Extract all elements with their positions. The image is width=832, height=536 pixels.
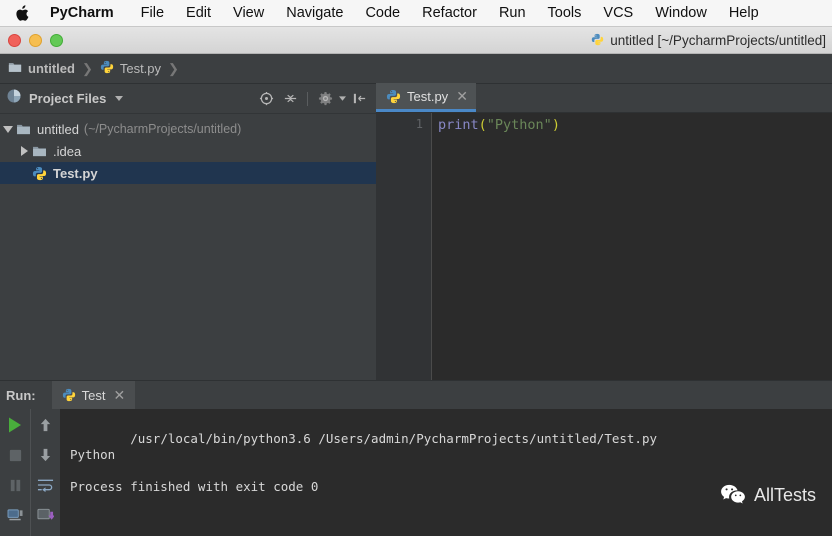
window-title: untitled [~/PycharmProjects/untitled] [591,27,826,54]
menu-item-file[interactable]: File [130,0,175,27]
python-file-icon [32,166,47,181]
maximize-window-button[interactable] [50,33,63,47]
gear-dropdown-icon[interactable] [338,88,346,110]
macos-menubar: PyCharm File Edit View Navigate Code Ref… [0,0,832,27]
python-file-icon [100,60,114,77]
watermark-text: AllTests [753,485,816,505]
run-panel-header: Run: Test ✕ [0,381,832,409]
editor-tab-label: Test.py [407,88,449,104]
close-window-button[interactable] [8,33,21,47]
menu-item-pycharm[interactable]: PyCharm [50,0,130,27]
project-tool-window: Project Files untitled (~/PycharmProject… [0,84,376,380]
window-title-text: untitled [~/PycharmProjects/untitled] [610,33,826,48]
code-view: 1 print("Python") [376,113,832,380]
project-panel-title: Project Files [29,91,107,106]
folder-icon [8,61,22,76]
run-toolbar-secondary [30,409,60,536]
close-icon[interactable]: ✕ [113,387,125,404]
menu-item-code[interactable]: Code [354,0,411,27]
menu-item-navigate[interactable]: Navigate [275,0,354,27]
arrow-down-icon[interactable] [35,445,57,465]
menu-item-view[interactable]: View [222,0,275,27]
run-tab-test[interactable]: Test ✕ [51,381,136,409]
breadcrumb: untitled ❯ Test.py ❯ [0,54,832,84]
code-content[interactable]: print("Python") [432,113,832,380]
console-icon[interactable] [4,505,26,525]
folder-icon [32,145,47,157]
project-icon [6,88,22,109]
menu-item-help[interactable]: Help [718,0,770,27]
menu-item-edit[interactable]: Edit [175,0,222,27]
console-output-text: /usr/local/bin/python3.6 /Users/admin/Py… [70,431,658,494]
menu-item-tools[interactable]: Tools [537,0,593,27]
breadcrumb-separator-icon: ❯ [81,60,93,76]
close-icon[interactable]: ✕ [456,88,468,105]
project-panel-header: Project Files [0,84,376,114]
breadcrumb-project-label: untitled [28,61,75,76]
apple-logo-icon[interactable] [14,4,30,22]
window-controls [0,33,63,47]
wechat-icon [660,467,746,523]
export-icon[interactable] [35,505,57,525]
code-token-open-paren: ( [478,117,487,133]
tree-path-untitled: (~/PycharmProjects/untitled) [83,122,242,136]
tree-label-untitled: untitled [37,121,79,137]
code-token-close-paren: ) [551,117,560,133]
tree-label-test-py: Test.py [53,165,98,181]
tree-row-test-py[interactable]: Test.py [0,162,376,184]
folder-icon [16,123,31,135]
python-file-icon [386,89,401,104]
run-panel-body: /usr/local/bin/python3.6 /Users/admin/Py… [0,409,832,536]
python-file-icon [591,33,604,49]
run-tab-label: Test [81,387,106,403]
breadcrumb-separator-trailing-icon: ❯ [168,60,179,76]
run-tool-window: Run: Test ✕ /usr/local/bin/python3.6 /Us… [0,380,832,536]
pause-icon[interactable] [4,475,26,495]
toolbar-divider [307,91,308,106]
run-icon[interactable] [4,415,26,435]
breadcrumb-file-label: Test.py [119,61,162,76]
run-toolbar-primary [0,409,30,536]
console-output[interactable]: /usr/local/bin/python3.6 /Users/admin/Py… [60,409,832,536]
minimize-window-button[interactable] [29,33,42,47]
code-token-print: print [438,117,479,133]
tree-label-idea: .idea [53,143,82,159]
editor-tab-test-py[interactable]: Test.py ✕ [376,83,476,112]
pycharm-window: PyCharm File Edit View Navigate Code Ref… [0,0,832,536]
expand-arrow-right-icon[interactable] [16,146,32,156]
watermark: AllTests [660,467,816,523]
arrow-up-icon[interactable] [35,415,57,435]
menu-item-vcs[interactable]: VCS [592,0,644,27]
line-number-gutter: 1 [376,113,432,380]
tree-row-untitled[interactable]: untitled (~/PycharmProjects/untitled) [0,118,376,140]
project-tree: untitled (~/PycharmProjects/untitled) .i… [0,114,376,184]
code-token-string: "Python" [486,117,552,133]
tree-row-idea[interactable]: .idea [0,140,376,162]
menu-item-refactor[interactable]: Refactor [411,0,488,27]
run-panel-label: Run: [6,387,36,403]
line-number: 1 [415,117,423,131]
project-panel-toolbar [255,88,376,110]
python-file-icon [62,388,76,402]
breadcrumb-item-file[interactable]: Test.py [100,60,161,77]
chevron-down-icon[interactable] [115,96,124,101]
window-titlebar: untitled [~/PycharmProjects/untitled] [0,27,832,54]
menu-item-run[interactable]: Run [488,0,537,27]
soft-wrap-icon[interactable] [35,475,57,495]
menu-item-window[interactable]: Window [644,0,718,27]
hide-panel-icon[interactable] [348,88,370,110]
editor-tabbar: Test.py ✕ [376,83,832,113]
stop-icon[interactable] [4,445,26,465]
settings-gear-icon[interactable] [314,88,336,110]
editor-area: Test.py ✕ 1 print("Python") [376,83,832,380]
collapse-all-icon[interactable] [279,88,301,110]
expand-arrow-down-icon[interactable] [0,125,16,133]
breadcrumb-item-project[interactable]: untitled [8,61,75,76]
locate-target-icon[interactable] [255,88,277,110]
